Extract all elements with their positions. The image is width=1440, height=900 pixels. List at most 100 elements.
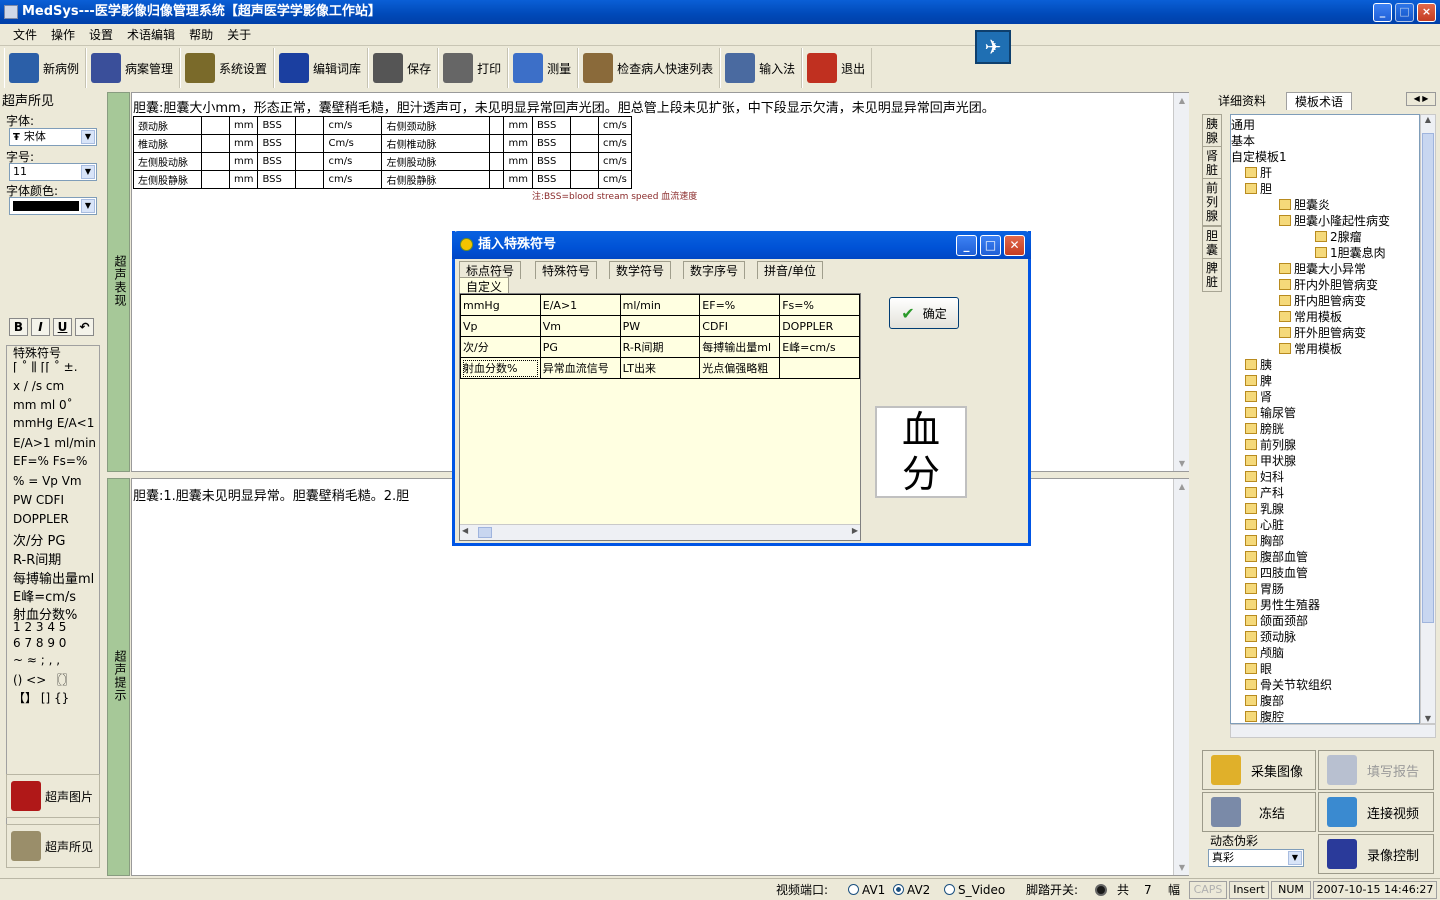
findings-scrollbar[interactable]: ▲ ▼ xyxy=(1173,93,1189,471)
symbol-row[interactable]: 1 2 3 4 5 xyxy=(13,620,66,634)
ok-button[interactable]: ✔ 确定 xyxy=(889,297,959,329)
scroll-up-icon[interactable]: ▲ xyxy=(1421,115,1435,124)
menu-about[interactable]: 关于 xyxy=(220,24,258,45)
tree-item[interactable]: 前列腺 xyxy=(1245,437,1296,453)
table-cell[interactable]: mm xyxy=(228,134,259,153)
tree-item[interactable]: 通用 xyxy=(1231,117,1255,133)
port-av2-radio[interactable]: AV2 xyxy=(893,882,930,898)
tree-item[interactable]: 腹部 xyxy=(1245,693,1284,709)
tree-item[interactable]: 颅脑 xyxy=(1245,645,1284,661)
tree-item[interactable]: 颌面颈部 xyxy=(1245,613,1308,629)
table-cell[interactable] xyxy=(295,170,325,189)
table-cell[interactable]: mm xyxy=(503,134,533,153)
symbol-row[interactable]: ~ ≈ ; , , xyxy=(13,653,60,667)
table-cell[interactable]: cm/s xyxy=(323,116,383,135)
table-cell[interactable]: mm xyxy=(503,152,533,171)
toolbar-button-9[interactable]: 退出 xyxy=(802,48,873,88)
table-cell[interactable]: cm/s xyxy=(597,134,632,153)
symbol-row[interactable]: x / /s cm xyxy=(13,379,64,393)
minimize-button[interactable]: _ xyxy=(1373,3,1392,22)
grid-cell[interactable]: 光点偏强略粗 xyxy=(699,357,781,379)
table-cell[interactable] xyxy=(569,170,599,189)
tree-item[interactable]: 常用模板 xyxy=(1279,309,1342,325)
tree-item[interactable]: 胆囊炎 xyxy=(1279,197,1330,213)
tree-item[interactable]: 基本 xyxy=(1231,133,1255,149)
scroll-up-icon[interactable]: ▲ xyxy=(1175,479,1189,494)
table-cell[interactable] xyxy=(569,152,599,171)
tab-details[interactable]: 详细资料 xyxy=(1210,92,1274,110)
tree-item[interactable]: 男性生殖器 xyxy=(1245,597,1320,613)
tab-special-symbols[interactable]: 特殊符号 xyxy=(535,261,598,279)
menu-file[interactable]: 文件 xyxy=(6,24,44,45)
tree-item[interactable]: 妇科 xyxy=(1245,469,1284,485)
table-cell[interactable]: mm xyxy=(228,152,259,171)
side-tab[interactable]: 胆囊 xyxy=(1202,226,1222,260)
toolbar-button-5[interactable]: 打印 xyxy=(438,48,509,88)
tree-item[interactable]: 胃肠 xyxy=(1245,581,1284,597)
table-cell[interactable]: mm xyxy=(228,116,259,135)
side-tab[interactable]: 前列腺 xyxy=(1202,178,1222,226)
port-av1-radio[interactable]: AV1 xyxy=(848,882,885,898)
toolbar-button-1[interactable]: 病案管理 xyxy=(86,48,181,88)
tree-item[interactable]: 1胆囊息肉 xyxy=(1315,245,1386,261)
table-cell[interactable] xyxy=(489,170,505,189)
table-cell[interactable]: cm/s xyxy=(597,152,632,171)
table-cell[interactable] xyxy=(201,152,230,171)
table-cell[interactable]: 左侧股动脉 xyxy=(133,152,202,171)
table-cell[interactable] xyxy=(569,116,599,135)
table-cell[interactable]: mm xyxy=(503,116,533,135)
pseudo-color-select[interactable]: 真彩 ▼ xyxy=(1208,849,1304,867)
table-cell[interactable]: mm xyxy=(503,170,533,189)
symbol-row[interactable]: E/A>1 ml/min xyxy=(13,436,96,450)
ultrasound-findings-button[interactable]: 超声所见 xyxy=(6,824,100,868)
table-cell[interactable]: 右侧股静脉 xyxy=(381,170,491,189)
tree-item[interactable]: 肾 xyxy=(1245,389,1272,405)
table-cell[interactable]: BSS xyxy=(257,170,297,189)
symbol-row[interactable]: PW CDFI xyxy=(13,493,64,507)
symbol-row[interactable]: EF=% Fs=% xyxy=(13,454,87,468)
tree-item[interactable]: 心脏 xyxy=(1245,517,1284,533)
tree-item[interactable]: 四肢血管 xyxy=(1245,565,1308,581)
grid-cell[interactable]: EF=% xyxy=(699,294,781,316)
grid-cell[interactable]: PG xyxy=(539,336,621,358)
underline-button[interactable]: U xyxy=(53,318,72,336)
grid-cell[interactable]: 异常血流信号 xyxy=(539,357,621,379)
tree-item[interactable]: 腹部血管 xyxy=(1245,549,1308,565)
grid-cell[interactable]: mmHg xyxy=(460,294,541,316)
symbol-row[interactable]: 【】 [] {} xyxy=(13,689,69,706)
symbol-row[interactable]: 6 7 8 9 0 xyxy=(13,636,66,650)
table-cell[interactable]: BSS xyxy=(531,116,571,135)
connect-video-button[interactable]: 连接视频 xyxy=(1318,792,1434,832)
undo-button[interactable]: ↶ xyxy=(75,318,94,336)
tree-item[interactable]: 颈动脉 xyxy=(1245,629,1296,645)
table-cell[interactable]: 椎动脉 xyxy=(133,134,202,153)
table-cell[interactable]: Cm/s xyxy=(323,134,383,153)
table-cell[interactable]: 右侧椎动脉 xyxy=(381,134,491,153)
table-cell[interactable]: cm/s xyxy=(323,152,383,171)
tree-item[interactable]: 脾 xyxy=(1245,373,1272,389)
symbol-row[interactable]: 每搏输出量ml xyxy=(13,568,94,587)
table-cell[interactable]: cm/s xyxy=(597,116,632,135)
table-cell[interactable]: BSS xyxy=(257,134,297,153)
table-cell[interactable]: 右侧颈动脉 xyxy=(381,116,491,135)
tree-item[interactable]: 甲状腺 xyxy=(1245,453,1296,469)
tree-item[interactable]: 肝外胆管病变 xyxy=(1279,325,1366,341)
toolbar-button-3[interactable]: 编辑词库 xyxy=(274,48,369,88)
table-cell[interactable]: BSS xyxy=(257,116,297,135)
table-cell[interactable] xyxy=(295,152,325,171)
tab-math-symbols[interactable]: 数学符号 xyxy=(609,261,672,279)
scroll-left-icon[interactable]: ◀ xyxy=(462,526,468,535)
scroll-right-icon[interactable]: ▶ xyxy=(852,526,858,535)
grid-cell[interactable]: 射血分数% xyxy=(460,357,541,379)
side-tab[interactable]: 脾脏 xyxy=(1202,258,1222,292)
side-tab[interactable]: 肾脏 xyxy=(1202,146,1222,180)
tree-item[interactable]: 骨关节软组织 xyxy=(1245,677,1332,693)
dialog-minimize-button[interactable]: _ xyxy=(956,235,977,256)
dialog-close-button[interactable]: ✕ xyxy=(1004,235,1025,256)
table-cell[interactable] xyxy=(489,134,505,153)
table-cell[interactable] xyxy=(201,134,230,153)
freeze-button[interactable]: 冻结 xyxy=(1202,792,1316,832)
dialog-maximize-button[interactable]: □ xyxy=(980,235,1001,256)
scroll-thumb[interactable] xyxy=(1422,133,1434,623)
scroll-thumb[interactable] xyxy=(478,527,492,538)
